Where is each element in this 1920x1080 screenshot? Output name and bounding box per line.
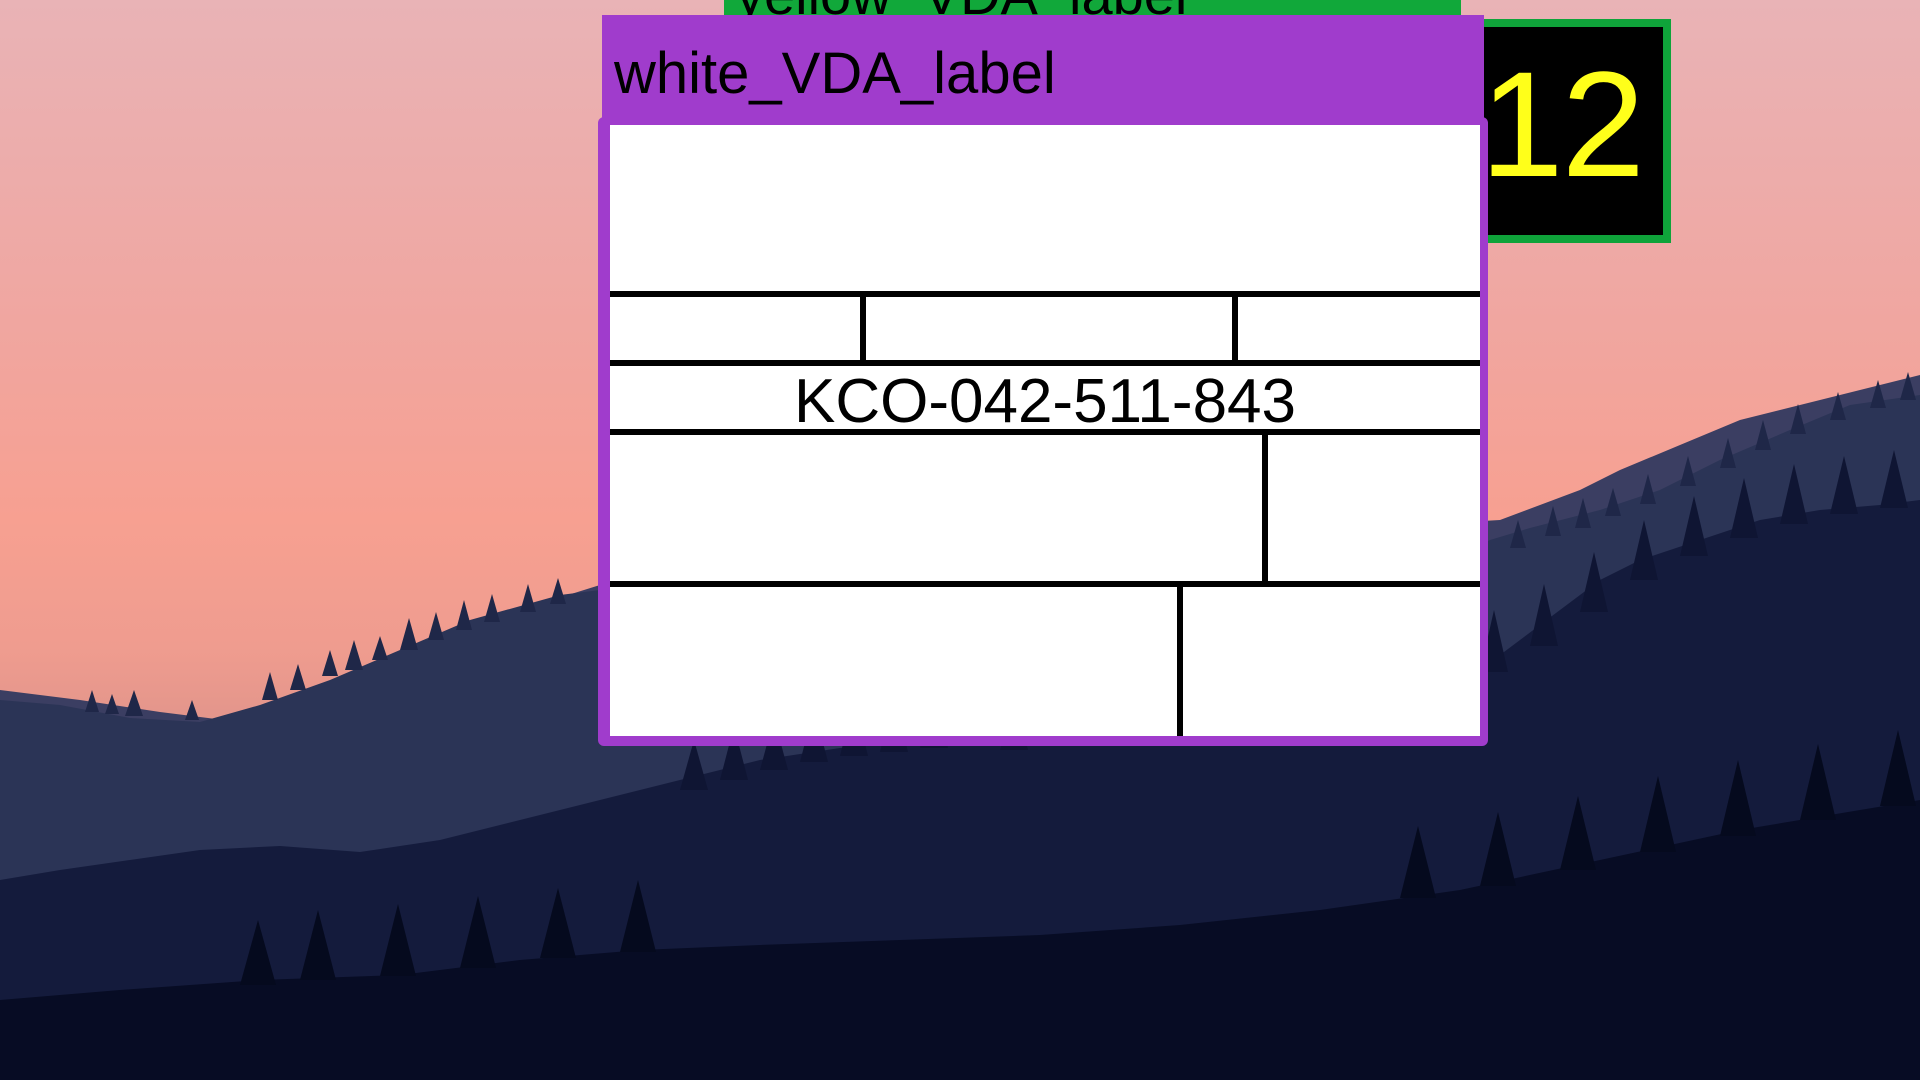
label-cell-row4-left (610, 435, 1262, 581)
badge-number: 12 (1480, 40, 1645, 208)
label-panel: KCO-042-511-843 (610, 125, 1480, 736)
document-number: KCO-042-511-843 (793, 367, 1297, 436)
badge-background: 12 (1477, 27, 1663, 235)
label-cell-row2-left (610, 297, 860, 360)
divider-row-2 (610, 360, 1480, 366)
window-titlebar[interactable]: white_VDA_label (602, 15, 1484, 123)
label-cell-row4-right (1268, 435, 1480, 581)
desktop: yellow_VDA_label 12 white_VDA_label (0, 0, 1920, 1080)
label-cell-row5-left (610, 587, 1177, 736)
label-cell-row2-right (1238, 297, 1480, 360)
window-number-badge: 12 (1469, 19, 1671, 243)
label-cell-header (610, 125, 1480, 291)
white-label-window[interactable]: white_VDA_label KCO-042-511-843 (598, 15, 1488, 746)
label-cell-row5-right (1183, 587, 1480, 736)
label-cell-row2-middle (866, 297, 1232, 360)
window-title: white_VDA_label (614, 41, 1056, 106)
